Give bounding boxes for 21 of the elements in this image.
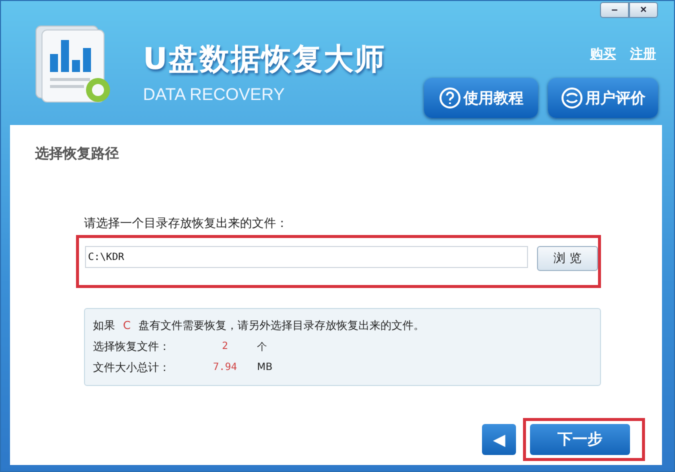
back-button[interactable]: ◀ [482,424,516,455]
notice-text: 如果 C 盘有文件需要恢复，请另外选择目录存放恢复出来的文件。 [93,318,426,333]
info-unit: MB [257,362,274,373]
info-label: 选择恢复文件： [93,339,171,354]
next-button[interactable]: 下一步 [530,424,630,455]
comment-icon [560,87,582,109]
info-unit: 个 [257,340,268,354]
path-label: 请选择一个目录存放恢复出来的文件： [84,215,289,232]
info-value: 2 [222,341,228,352]
info-value: 7.94 [212,362,238,373]
tutorial-button[interactable]: 使用教程 [424,78,538,118]
app-subtitle: DATA RECOVERY [143,85,286,105]
info-label: 文件大小总计： [93,360,171,375]
app-title: U盘数据恢复大师 [143,41,386,79]
path-field[interactable]: C:\KDR [85,246,528,268]
section-title: 选择恢复路径 [35,145,120,163]
minimize-button[interactable]: – [600,2,629,18]
browse-button[interactable]: 浏 览 [537,246,598,271]
help-icon [438,87,460,109]
close-button[interactable]: × [629,2,658,18]
review-button[interactable]: 用户评价 [548,78,658,118]
